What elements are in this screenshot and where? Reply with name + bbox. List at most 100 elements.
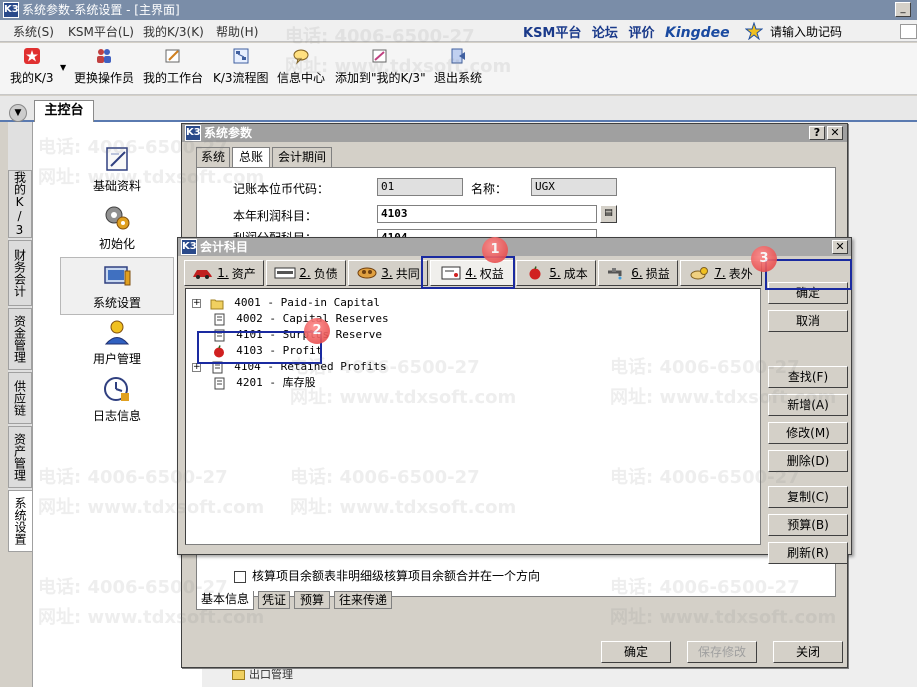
folder-icon (210, 299, 224, 309)
tab-budget[interactable]: 预算 (294, 591, 330, 609)
accounting-subject-dialog: K3 会计科目 ✕ 1. 资产 2. 负债 3. 共同 4. 权益 5. 成本 6. 损益 (177, 237, 852, 564)
merge-direction-option[interactable]: 核算项目余额表非明细级核算项目余额合并在一个方向 (234, 567, 540, 584)
vtab-finance[interactable]: 财务会计 (8, 240, 32, 306)
switch-operator-button[interactable]: 更换操作员 (74, 47, 134, 86)
info-center-button[interactable]: 信息中心 (277, 47, 325, 86)
myk3-button[interactable]: 我的K/3 (10, 47, 54, 86)
sidebar-item-system-settings[interactable]: 系统设置 (60, 257, 174, 315)
tab-system[interactable]: 系统 (196, 147, 230, 167)
left-vertical-nav: 我的K/3 财务会计 资金管理 供应链 资产管理 系统设置 (8, 122, 32, 552)
acct-close-icon[interactable]: ✕ (832, 240, 848, 254)
certificate-icon (441, 266, 461, 280)
tree-item-4101[interactable]: 4101 - Surplus Reserve (192, 327, 382, 343)
system-settings-icon (104, 266, 131, 286)
menu-ksm[interactable]: KSM平台(L) (68, 23, 134, 40)
account-tree: + 4001 - Paid-in Capital 4002 - Capital … (185, 288, 761, 545)
tree-item-4001[interactable]: + 4001 - Paid-in Capital (192, 295, 380, 311)
vtab-supply-chain[interactable]: 供应链 (8, 372, 32, 424)
helper-label: 请输入助记码 (770, 25, 843, 39)
tab-assets[interactable]: 1. 资产 (184, 260, 264, 286)
sidebar-item-basic-data[interactable]: 基础资料 (61, 144, 173, 194)
tab-equity[interactable]: 4. 权益 (430, 260, 514, 286)
tree-item-4104[interactable]: + 4104 - Retained Profits (192, 359, 387, 375)
profit-account-input[interactable]: 4103 (377, 205, 597, 223)
tab-accounting-period[interactable]: 会计期间 (272, 147, 332, 167)
tab-profit-loss[interactable]: 6. 损益 (598, 260, 678, 286)
tree-item-4103[interactable]: 4103 - Profit (192, 343, 322, 359)
find-button[interactable]: 查找(F) (768, 366, 848, 388)
user-icon (104, 320, 130, 345)
my-workbench-button[interactable]: 我的工作台 (143, 47, 203, 86)
tab-dropdown-icon[interactable]: ▼ (9, 104, 27, 122)
menu-myk3[interactable]: 我的K/3(K) (143, 23, 204, 40)
tree-item-4201[interactable]: 4201 - 库存股 (192, 375, 316, 391)
acct-ok-button[interactable]: 确定 (768, 282, 848, 304)
sys-dialog-title: 系统参数 (204, 126, 253, 140)
forum-link[interactable]: 论坛 (592, 26, 618, 41)
tab-off-balance[interactable]: 7. 表外 (680, 260, 762, 286)
tab-liabilities[interactable]: 2. 负债 (266, 260, 346, 286)
currency-name-label: 名称： (471, 182, 508, 196)
sidebar-item-log-info[interactable]: 日志信息 (61, 374, 173, 424)
app-titlebar: K3 系统参数-系统设置 - [主界面] _ (0, 0, 917, 20)
minimize-button[interactable]: _ (895, 2, 911, 17)
log-clock-icon (104, 377, 129, 401)
document-icon (214, 313, 225, 325)
acct-dialog-title: 会计科目 (200, 240, 249, 254)
tab-transfer[interactable]: 往来传递 (334, 591, 392, 609)
sidebar-item-user-management[interactable]: 用户管理 (61, 317, 173, 367)
vtab-my-k3[interactable]: 我的K/3 (8, 170, 32, 238)
help-button[interactable]: ? (809, 126, 825, 140)
save-changes-button[interactable]: 保存修改 (687, 641, 757, 663)
hand-coin-icon (690, 267, 709, 280)
close-icon[interactable]: ✕ (827, 126, 843, 140)
sys-close-button[interactable]: 关闭 (773, 641, 843, 663)
toolbar: 我的K/3 ▼ 更换操作员 我的工作台 K/3流程图 信息中心 添加到"我的K/… (0, 43, 917, 95)
vtab-cash-management[interactable]: 资金管理 (8, 308, 32, 370)
tab-voucher[interactable]: 凭证 (258, 591, 290, 609)
pencil-icon (165, 49, 180, 63)
acct-cancel-button[interactable]: 取消 (768, 310, 848, 332)
myk3-dropdown-icon[interactable]: ▼ (60, 63, 66, 72)
expand-icon[interactable]: + (192, 362, 201, 372)
menu-help[interactable]: 帮助(H) (216, 23, 258, 40)
tab-general-ledger[interactable]: 总账 (232, 147, 270, 168)
expand-icon[interactable]: + (192, 298, 201, 308)
exit-system-button[interactable]: 退出系统 (434, 47, 482, 86)
merge-direction-checkbox[interactable] (234, 570, 246, 583)
sidebar-item-initialization[interactable]: 初始化 (61, 202, 173, 252)
delete-button[interactable]: 删除(D) (768, 450, 848, 472)
copy-button[interactable]: 复制(C) (768, 486, 848, 508)
profit-account-label: 本年利润科目： (233, 209, 318, 223)
kingdee-logo: Kingdee (665, 25, 730, 41)
currency-code-label: 记账本位币代码： (233, 182, 330, 196)
vtab-system-settings[interactable]: 系统设置 (8, 490, 32, 552)
review-link[interactable]: 评价 (628, 26, 654, 41)
sys-ok-button[interactable]: 确定 (601, 641, 671, 663)
helper-input[interactable] (900, 24, 917, 39)
star-icon (23, 48, 40, 64)
tab-common[interactable]: 3. 共同 (348, 260, 428, 286)
vtab-asset-management[interactable]: 资产管理 (8, 426, 32, 488)
car-icon (193, 270, 213, 279)
tab-main-console[interactable]: 主控台 (34, 100, 94, 122)
document-icon (214, 329, 225, 341)
k3-flowchart-button[interactable]: K/3流程图 (213, 47, 269, 86)
helper-star-icon (745, 22, 763, 40)
add-button[interactable]: 新增(A) (768, 394, 848, 416)
brand-links: KSM平台 论坛 评价 Kingdee (523, 22, 736, 41)
tab-basic-info[interactable]: 基本信息 (196, 591, 254, 610)
menu-system[interactable]: 系统(S) (13, 23, 54, 40)
tab-cost[interactable]: 5. 成本 (516, 260, 596, 286)
budget-button[interactable]: 预算(B) (768, 514, 848, 536)
add-to-myk3-button[interactable]: 添加到"我的K/3" (335, 47, 426, 86)
handshake-icon (357, 267, 377, 279)
basic-data-icon (106, 147, 128, 171)
modify-button[interactable]: 修改(M) (768, 422, 848, 444)
refresh-button[interactable]: 刷新(R) (768, 542, 848, 564)
tree-item-4002[interactable]: 4002 - Capital Reserves (192, 311, 389, 327)
currency-name-field: UGX (531, 178, 617, 196)
profit-account-lookup-button[interactable]: ▤ (600, 205, 617, 223)
ksm-link[interactable]: KSM平台 (523, 26, 581, 41)
apple-icon (529, 266, 541, 280)
